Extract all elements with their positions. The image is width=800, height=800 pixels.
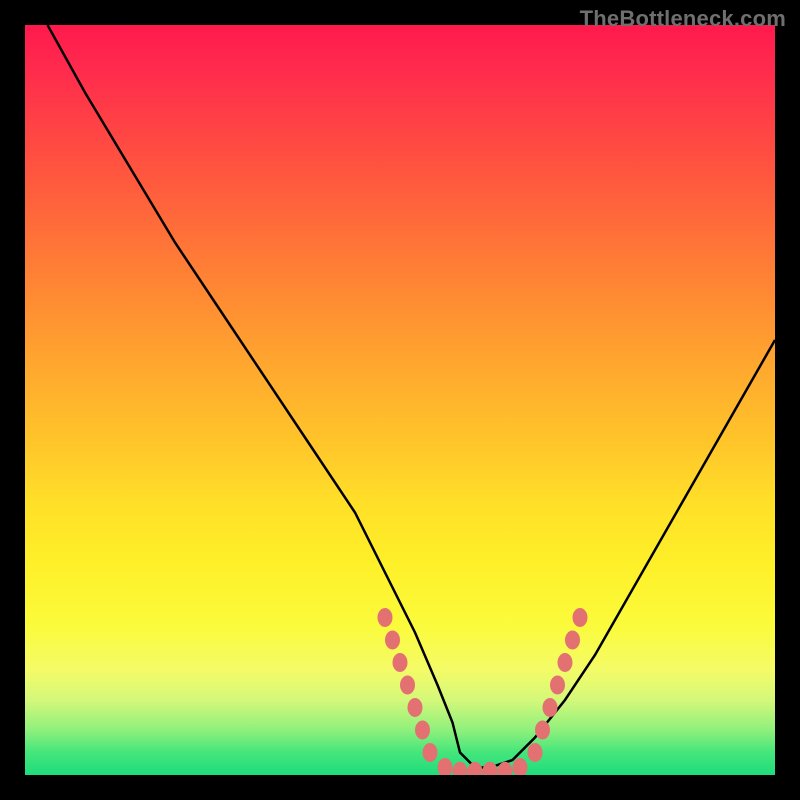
highlight-dot (573, 609, 587, 627)
highlight-dot (528, 744, 542, 762)
highlight-dot (551, 676, 565, 694)
highlight-dot (566, 631, 580, 649)
highlight-dot (438, 759, 452, 776)
chart-frame: TheBottleneck.com (0, 0, 800, 800)
highlight-dot (423, 744, 437, 762)
highlight-dot (393, 654, 407, 672)
plot-area (25, 25, 775, 775)
highlight-dot (536, 721, 550, 739)
highlight-dot (408, 699, 422, 717)
highlight-dot (498, 762, 512, 775)
highlight-dot (378, 609, 392, 627)
highlight-dot (416, 721, 430, 739)
bottleneck-curve (48, 25, 776, 768)
highlight-dot (401, 676, 415, 694)
highlight-dot (543, 699, 557, 717)
watermark-text: TheBottleneck.com (580, 6, 786, 32)
highlight-dot (468, 762, 482, 775)
curve-svg (25, 25, 775, 775)
highlight-dot (453, 762, 467, 775)
highlight-dot-group (378, 609, 587, 776)
highlight-dot (483, 762, 497, 775)
highlight-dot (558, 654, 572, 672)
highlight-dot (513, 759, 527, 776)
highlight-dot (386, 631, 400, 649)
